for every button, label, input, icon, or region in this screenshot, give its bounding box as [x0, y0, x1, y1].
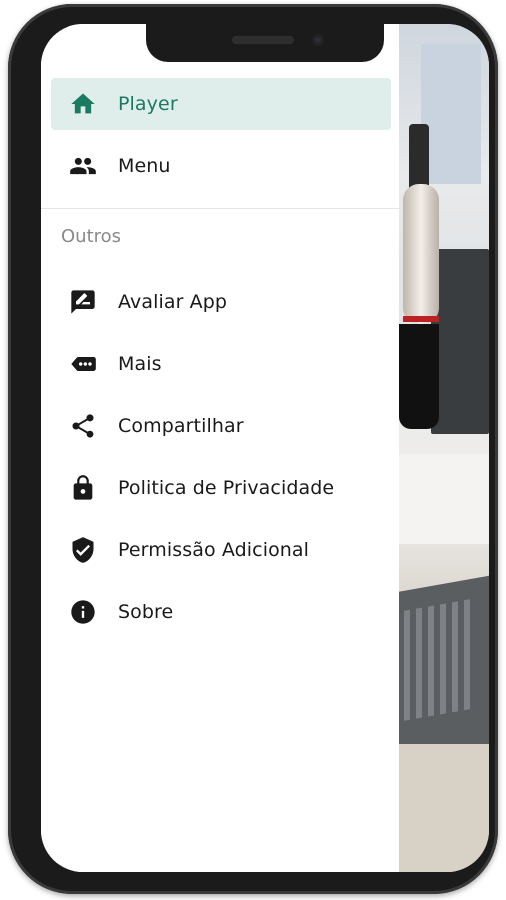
drawer-item-compartilhar[interactable]: Compartilhar: [51, 400, 391, 452]
drawer-item-label: Politica de Privacidade: [118, 477, 335, 499]
more-label-icon: [68, 349, 98, 379]
info-icon: [68, 597, 98, 627]
drawer-item-player[interactable]: Player: [51, 78, 391, 130]
drawer-item-label: Sobre: [118, 601, 174, 623]
phone-screen: Player Menu Outros Avaliar App Mais Comp…: [41, 24, 489, 872]
drawer-item-politica-de-privacidade[interactable]: Politica de Privacidade: [51, 462, 391, 514]
drawer-item-label: Menu: [118, 155, 171, 177]
phone-frame: Player Menu Outros Avaliar App Mais Comp…: [8, 4, 498, 894]
section-title: Outros: [61, 226, 122, 247]
drawer-item-label: Compartilhar: [118, 415, 244, 437]
drawer-item-label: Mais: [118, 353, 162, 375]
drawer-divider: [41, 208, 399, 209]
drawer-item-label: Avaliar App: [118, 291, 228, 313]
navigation-drawer: Player Menu Outros Avaliar App Mais Comp…: [41, 24, 399, 872]
lock-icon: [68, 473, 98, 503]
speaker-grille: [232, 36, 294, 44]
people-icon: [68, 151, 98, 181]
drawer-item-menu[interactable]: Menu: [51, 140, 391, 192]
drawer-item-permissao-adicional[interactable]: Permissão Adicional: [51, 524, 391, 576]
home-icon: [68, 89, 98, 119]
drawer-item-label: Player: [118, 93, 178, 115]
share-icon: [68, 411, 98, 441]
drawer-item-sobre[interactable]: Sobre: [51, 586, 391, 638]
drawer-item-avaliar-app[interactable]: Avaliar App: [51, 276, 391, 328]
drawer-item-label: Permissão Adicional: [118, 539, 310, 561]
front-camera: [312, 34, 324, 46]
rate-review-icon: [68, 287, 98, 317]
drawer-item-mais[interactable]: Mais: [51, 338, 391, 390]
shield-check-icon: [68, 535, 98, 565]
phone-notch: [146, 24, 384, 62]
